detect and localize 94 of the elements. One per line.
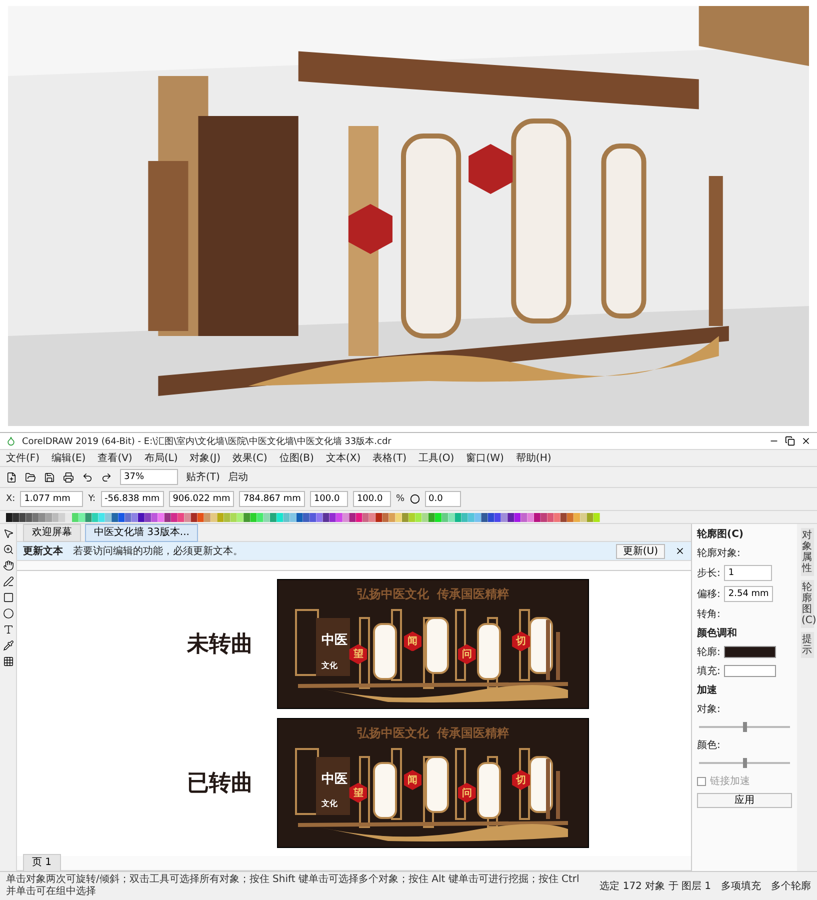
logo-subtext: 文化 bbox=[321, 660, 338, 671]
infobar-message: 若要访问编辑的功能，必须更新文本。 bbox=[73, 544, 243, 558]
steps-field[interactable]: 1 bbox=[724, 565, 772, 581]
x-label: X: bbox=[6, 494, 16, 504]
grid-icon[interactable] bbox=[2, 656, 14, 667]
offset-field[interactable]: 2.54 mm bbox=[724, 586, 773, 602]
unit-label: % bbox=[396, 494, 404, 504]
status-hint: 单击对象两次可旋转/倾斜；双击工具可选择所有对象；按住 Shift 键单击可选择多个对象；按住 Alt 键单击可进行挖掘；按住 Ctrl 并单击可在组中选择 bbox=[6, 874, 580, 898]
apply-button[interactable]: 应用 bbox=[697, 793, 792, 808]
menu-item[interactable]: 表格(T) bbox=[372, 451, 407, 465]
eyedropper-icon[interactable] bbox=[2, 640, 14, 651]
logo-text: 中医 bbox=[321, 632, 348, 650]
wall-title: 弘扬中医文化 传承国医精粹 bbox=[356, 586, 510, 604]
canvas-label: 已转曲 bbox=[186, 770, 254, 798]
scale-y-field[interactable]: 100.0 bbox=[352, 491, 391, 507]
hexagon-badge: 问 bbox=[458, 644, 476, 664]
hexagon-badge: 问 bbox=[458, 782, 476, 803]
offset-label: 偏移: bbox=[697, 588, 720, 601]
blend-label: 颜色调和 bbox=[697, 626, 738, 640]
menu-item[interactable]: 位图(B) bbox=[279, 451, 314, 465]
menu-item[interactable]: 文件(F) bbox=[6, 451, 40, 465]
menu-item[interactable]: 窗口(W) bbox=[466, 451, 504, 465]
menu-item[interactable]: 编辑(E) bbox=[52, 451, 86, 465]
hexagon-badge: 望 bbox=[349, 644, 368, 664]
redo-icon[interactable] bbox=[101, 472, 112, 482]
slider-thumb[interactable] bbox=[742, 722, 746, 732]
height-field[interactable]: 784.867 mm bbox=[239, 491, 305, 507]
y-label: Y: bbox=[88, 494, 96, 504]
fill-label: 填充: bbox=[697, 664, 720, 678]
document-tab[interactable]: 中医文化墙 33版本... bbox=[85, 524, 198, 542]
menu-item[interactable]: 查看(V) bbox=[98, 451, 132, 465]
menu-item[interactable]: 工具(O) bbox=[418, 451, 454, 465]
menu-item[interactable]: 帮助(H) bbox=[516, 451, 552, 465]
side-tab[interactable]: 对象属性 bbox=[800, 528, 814, 576]
page-tab[interactable]: 页 1 bbox=[23, 854, 61, 872]
hand-icon[interactable] bbox=[2, 560, 14, 571]
side-tab[interactable]: 轮廓图(C) bbox=[800, 580, 814, 628]
outline-status: 多个轮廓 bbox=[771, 880, 811, 893]
hexagon-badge: 闻 bbox=[404, 631, 422, 652]
link-label: 链接加速 bbox=[710, 774, 750, 788]
corner-label: 转角: bbox=[697, 608, 722, 621]
text-icon[interactable] bbox=[2, 624, 14, 635]
accel-label: 加速 bbox=[697, 684, 718, 697]
angle-field[interactable]: 0.0 bbox=[424, 491, 460, 507]
width-field[interactable]: 906.022 mm bbox=[168, 491, 234, 507]
slider-thumb[interactable] bbox=[742, 758, 746, 768]
fill-status: 多项填充 bbox=[721, 880, 761, 893]
hexagon-badge: 切 bbox=[512, 770, 530, 790]
hexagon-badge: 望 bbox=[349, 782, 368, 803]
close-icon[interactable] bbox=[675, 546, 685, 556]
printer-icon[interactable] bbox=[63, 472, 74, 482]
y-field[interactable]: -56.838 mm bbox=[100, 491, 164, 507]
canvas-label: 未转曲 bbox=[186, 631, 254, 660]
color-label: 颜色: bbox=[697, 738, 722, 752]
object-label: 对象: bbox=[697, 702, 722, 716]
logo-subtext: 文化 bbox=[321, 798, 338, 810]
folder-icon[interactable] bbox=[25, 472, 36, 482]
update-button[interactable]: 更新(U) bbox=[616, 544, 665, 558]
hexagon-badge: 闻 bbox=[404, 770, 422, 790]
snap-menu[interactable]: 贴齐(T) bbox=[186, 470, 220, 484]
window-title: CorelDRAW 2019 (64-Bit) - E:\汇图\室内\文化墙\医院\中医文化墙\中医文化墙 33版本.cdr bbox=[22, 436, 392, 448]
steps-label: 步长: bbox=[697, 566, 720, 580]
close-icon[interactable] bbox=[801, 436, 811, 446]
outline-color-swatch[interactable] bbox=[724, 646, 776, 658]
document-tab[interactable]: 欢迎屏幕 bbox=[23, 524, 81, 542]
section-label: 轮廓对象: bbox=[697, 546, 742, 560]
side-tab[interactable]: 提示 bbox=[800, 632, 814, 658]
fill-color-swatch[interactable] bbox=[724, 665, 776, 677]
ellipse-icon[interactable] bbox=[2, 608, 14, 619]
checkbox[interactable] bbox=[697, 776, 706, 786]
undo-icon[interactable] bbox=[82, 472, 93, 482]
pointer-icon[interactable] bbox=[2, 528, 14, 539]
x-field[interactable]: 1.077 mm bbox=[20, 491, 84, 507]
zoom-icon[interactable] bbox=[2, 544, 14, 555]
menu-item[interactable]: 文本(X) bbox=[326, 451, 361, 465]
restore-icon[interactable] bbox=[785, 436, 795, 446]
scale-x-field[interactable]: 100.0 bbox=[310, 491, 348, 507]
launch-menu[interactable]: 启动 bbox=[228, 470, 248, 484]
menu-item[interactable]: 对象(J) bbox=[190, 451, 220, 465]
rectangle-icon[interactable] bbox=[2, 592, 14, 603]
docker-title: 轮廓图(C) bbox=[697, 528, 744, 541]
pen-icon[interactable] bbox=[2, 576, 14, 587]
outline-label: 轮廓: bbox=[697, 646, 720, 659]
new-file-icon[interactable] bbox=[6, 472, 17, 482]
save-icon[interactable] bbox=[44, 472, 55, 482]
wall-title: 弘扬中医文化 传承国医精粹 bbox=[356, 724, 510, 742]
logo-text: 中医 bbox=[321, 770, 348, 788]
zoom-field[interactable]: 37% bbox=[120, 469, 178, 485]
menu-item[interactable]: 效果(C) bbox=[232, 451, 268, 465]
app-logo-icon bbox=[6, 436, 16, 446]
selection-status: 选定 172 对象 于 图层 1 bbox=[600, 880, 711, 893]
menu-item[interactable]: 布局(L) bbox=[144, 451, 178, 465]
hexagon-badge: 切 bbox=[512, 631, 530, 652]
infobar-title: 更新文本 bbox=[23, 544, 63, 558]
